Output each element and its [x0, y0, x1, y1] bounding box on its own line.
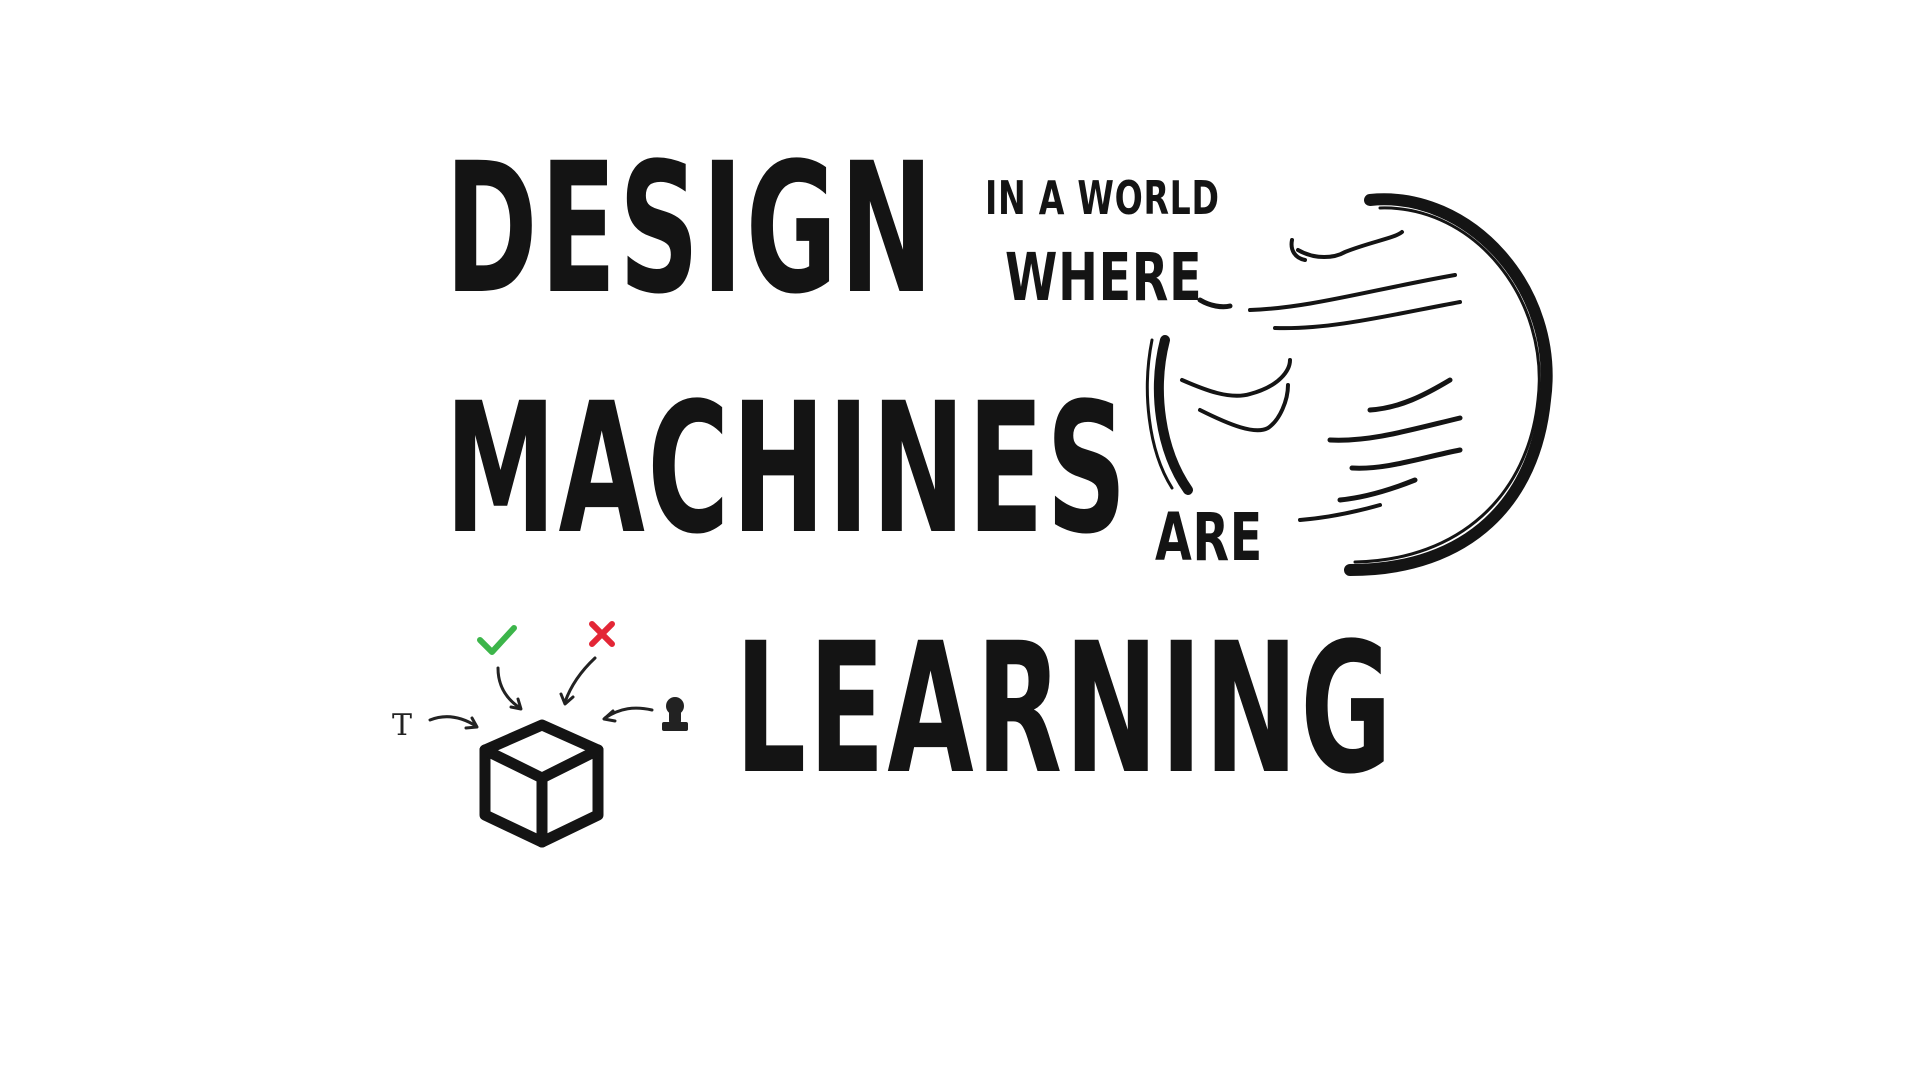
- globe-icon: [1145, 193, 1553, 576]
- stamp-icon: [662, 697, 688, 731]
- title-word-machines: MACHINES: [445, 365, 1130, 574]
- text-input-glyph: T: [392, 708, 412, 743]
- ml-diagram: T: [392, 621, 688, 848]
- cube-icon: [479, 719, 604, 848]
- title-artwork: DESIGN IN A WORLD WHERE MACHINES ARE LEA…: [0, 0, 1920, 1080]
- cross-icon: [589, 621, 615, 647]
- title-word-learning: LEARNING: [735, 605, 1395, 814]
- title-word-design: DESIGN: [445, 125, 936, 334]
- checkmark-icon: [477, 625, 517, 655]
